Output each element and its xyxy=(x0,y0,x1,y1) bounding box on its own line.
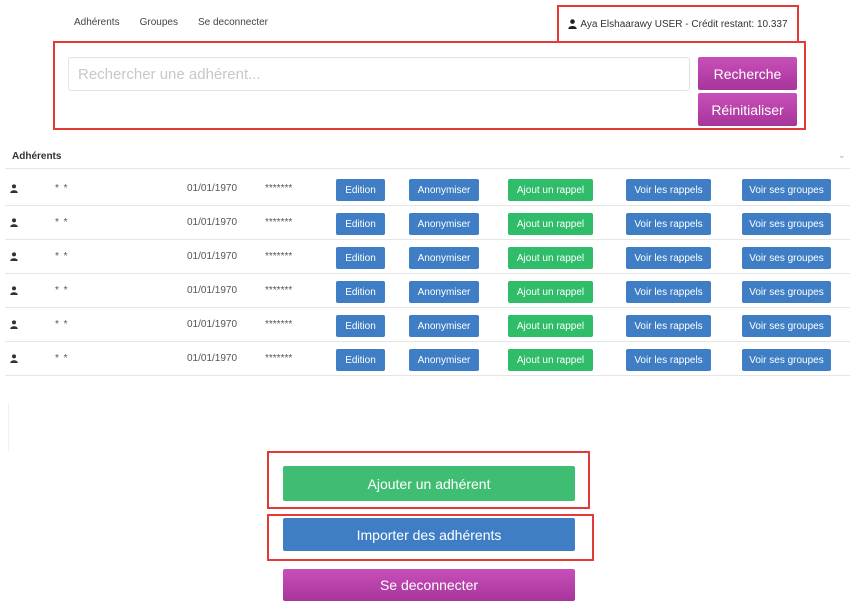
divider xyxy=(8,403,9,451)
add-reminder-button[interactable]: Ajout un rappel xyxy=(508,213,593,235)
user-credit-label: Aya Elshaarawy USER - Crédit restant: 10… xyxy=(580,18,788,30)
member-name: * * xyxy=(55,183,69,194)
table-divider xyxy=(5,168,850,169)
edit-button[interactable]: Edition xyxy=(336,213,385,235)
member-name: * * xyxy=(55,353,69,364)
member-password: ******* xyxy=(265,285,293,296)
anonymize-button[interactable]: Anonymiser xyxy=(409,349,479,371)
nav-item-groupes[interactable]: Groupes xyxy=(140,17,178,28)
view-reminders-button[interactable]: Voir les rappels xyxy=(626,315,711,337)
edit-button[interactable]: Edition xyxy=(336,247,385,269)
view-groups-button[interactable]: Voir ses groupes xyxy=(742,281,831,303)
add-reminder-button[interactable]: Ajout un rappel xyxy=(508,349,593,371)
edit-button[interactable]: Edition xyxy=(336,179,385,201)
reset-button[interactable]: Réinitialiser xyxy=(698,93,797,126)
table-row: * * 01/01/1970 ******* Edition Anonymise… xyxy=(5,308,850,342)
member-date: 01/01/1970 xyxy=(187,183,238,194)
user-icon xyxy=(10,274,18,307)
anonymize-button[interactable]: Anonymiser xyxy=(409,315,479,337)
anonymize-button[interactable]: Anonymiser xyxy=(409,213,479,235)
members-title: Adhérents xyxy=(12,151,62,162)
view-groups-button[interactable]: Voir ses groupes xyxy=(742,179,831,201)
view-groups-button[interactable]: Voir ses groupes xyxy=(742,247,831,269)
logout-button[interactable]: Se deconnecter xyxy=(283,569,575,601)
user-icon xyxy=(568,19,578,29)
search-button[interactable]: Recherche xyxy=(698,57,797,90)
table-row: * * 01/01/1970 ******* Edition Anonymise… xyxy=(5,274,850,308)
edit-button[interactable]: Edition xyxy=(336,281,385,303)
view-reminders-button[interactable]: Voir les rappels xyxy=(626,247,711,269)
member-date: 01/01/1970 xyxy=(187,319,238,330)
member-password: ******* xyxy=(265,183,293,194)
add-reminder-button[interactable]: Ajout un rappel xyxy=(508,281,593,303)
member-name: * * xyxy=(55,285,69,296)
add-member-button[interactable]: Ajouter un adhérent xyxy=(283,466,575,501)
view-reminders-button[interactable]: Voir les rappels xyxy=(626,349,711,371)
nav-item-logout[interactable]: Se deconnecter xyxy=(198,17,268,28)
top-nav: Adhérents Groupes Se deconnecter xyxy=(74,17,288,28)
member-password: ******* xyxy=(265,217,293,228)
search-panel: Recherche Réinitialiser xyxy=(53,41,806,130)
member-password: ******* xyxy=(265,353,293,364)
view-reminders-button[interactable]: Voir les rappels xyxy=(626,179,711,201)
user-info: Aya Elshaarawy USER - Crédit restant: 10… xyxy=(557,5,799,43)
view-groups-button[interactable]: Voir ses groupes xyxy=(742,349,831,371)
anonymize-button[interactable]: Anonymiser xyxy=(409,281,479,303)
anonymize-button[interactable]: Anonymiser xyxy=(409,179,479,201)
add-reminder-button[interactable]: Ajout un rappel xyxy=(508,179,593,201)
import-members-button[interactable]: Importer des adhérents xyxy=(283,518,575,551)
edit-button[interactable]: Edition xyxy=(336,315,385,337)
view-groups-button[interactable]: Voir ses groupes xyxy=(742,213,831,235)
add-reminder-button[interactable]: Ajout un rappel xyxy=(508,315,593,337)
member-date: 01/01/1970 xyxy=(187,285,238,296)
view-reminders-button[interactable]: Voir les rappels xyxy=(626,281,711,303)
member-name: * * xyxy=(55,319,69,330)
member-date: 01/01/1970 xyxy=(187,353,238,364)
table-row: * * 01/01/1970 ******* Edition Anonymise… xyxy=(5,342,850,376)
member-name: * * xyxy=(55,251,69,262)
member-date: 01/01/1970 xyxy=(187,217,238,228)
member-date: 01/01/1970 xyxy=(187,251,238,262)
user-icon xyxy=(10,240,18,273)
member-name: * * xyxy=(55,217,69,228)
user-icon xyxy=(10,172,18,205)
member-password: ******* xyxy=(265,251,293,262)
user-icon xyxy=(10,308,18,341)
anonymize-button[interactable]: Anonymiser xyxy=(409,247,479,269)
chevron-down-icon[interactable]: ⌄ xyxy=(838,150,846,161)
table-row: * * 01/01/1970 ******* Edition Anonymise… xyxy=(5,206,850,240)
search-input[interactable] xyxy=(68,57,690,91)
table-row: * * 01/01/1970 ******* Edition Anonymise… xyxy=(5,240,850,274)
nav-item-adherents[interactable]: Adhérents xyxy=(74,17,120,28)
view-reminders-button[interactable]: Voir les rappels xyxy=(626,213,711,235)
table-row: * * 01/01/1970 ******* Edition Anonymise… xyxy=(5,172,850,206)
view-groups-button[interactable]: Voir ses groupes xyxy=(742,315,831,337)
edit-button[interactable]: Edition xyxy=(336,349,385,371)
user-icon xyxy=(10,342,18,375)
member-password: ******* xyxy=(265,319,293,330)
user-icon xyxy=(10,206,18,239)
add-reminder-button[interactable]: Ajout un rappel xyxy=(508,247,593,269)
